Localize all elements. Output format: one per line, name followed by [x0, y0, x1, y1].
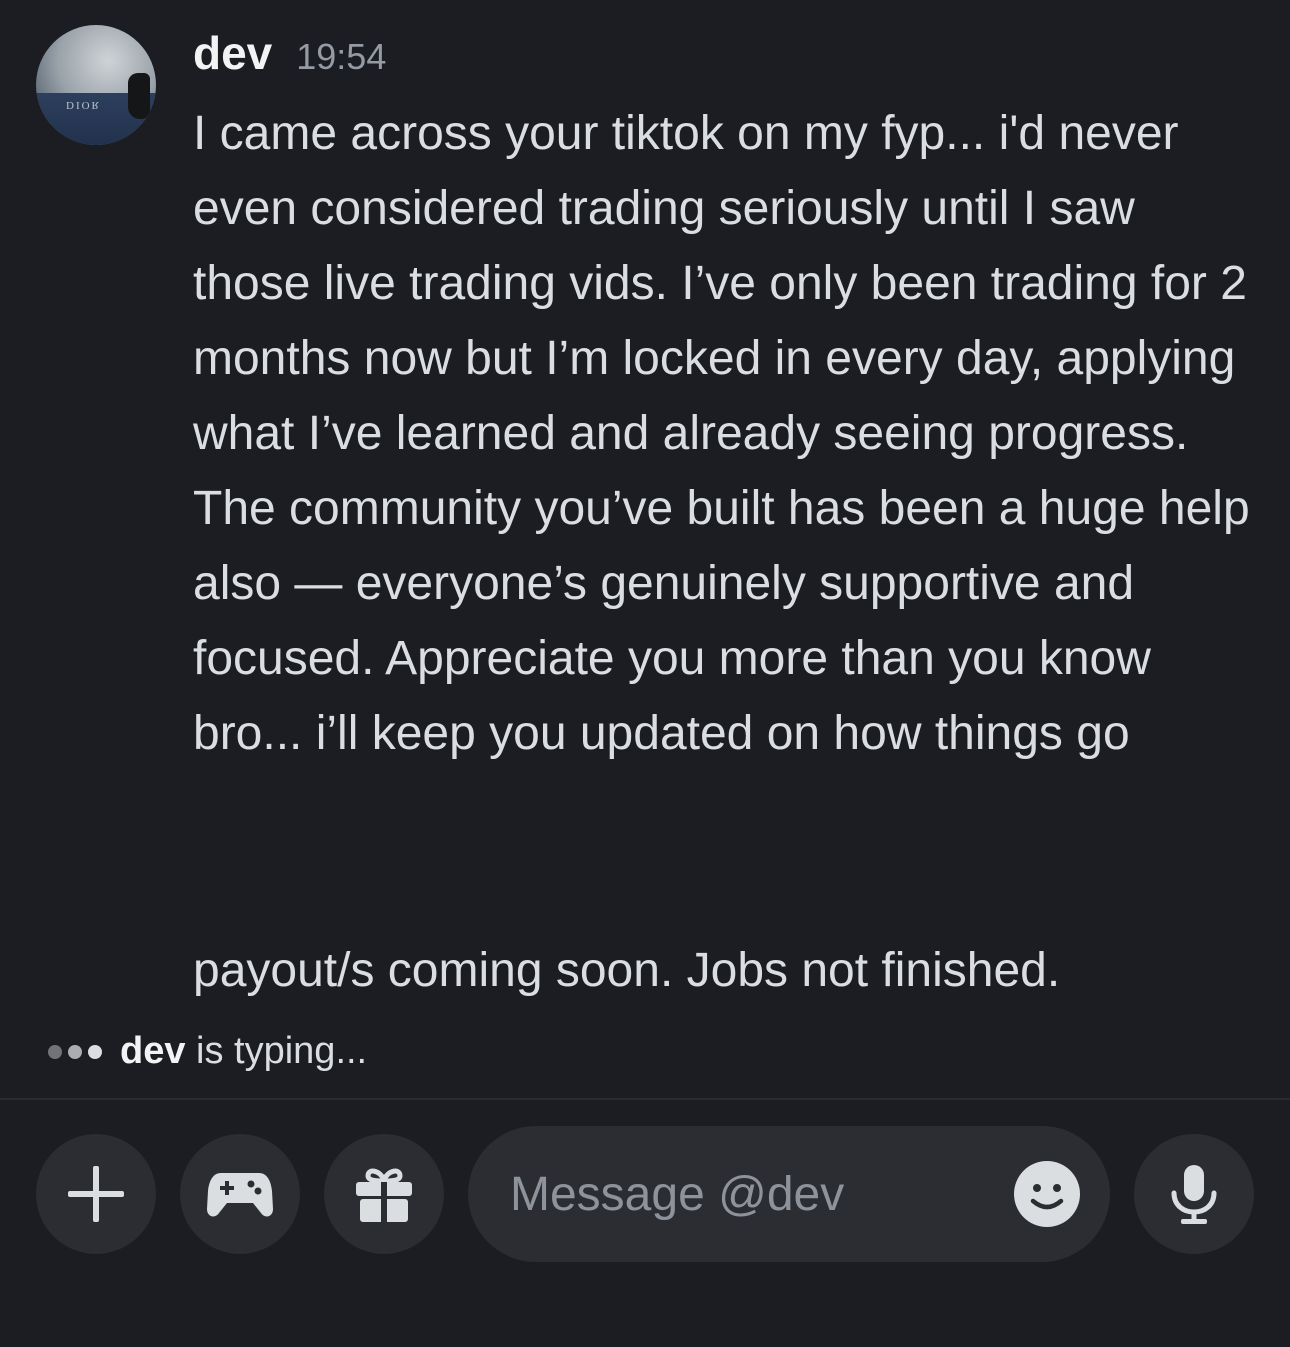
message-composer[interactable]: [468, 1126, 1110, 1262]
typing-dot: [68, 1044, 82, 1059]
gift-button[interactable]: [324, 1134, 444, 1254]
voice-message-button[interactable]: [1134, 1134, 1254, 1254]
typing-dot: [48, 1044, 62, 1059]
typing-indicator: dev is typing...: [48, 1030, 367, 1073]
message-input[interactable]: [510, 1126, 990, 1262]
gift-icon: [356, 1168, 412, 1222]
avatar[interactable]: DIOR: [36, 25, 156, 145]
typing-suffix: is typing...: [185, 1030, 368, 1072]
typing-dot: [88, 1044, 102, 1059]
typing-dots-icon: [48, 1044, 102, 1059]
emoji-button[interactable]: [1014, 1161, 1080, 1227]
message-timestamp: 19:54: [296, 36, 387, 77]
gamepad-icon: [207, 1173, 273, 1217]
dm-chat-view: DIOR dev 19:54 I came across your tiktok…: [0, 0, 1290, 1347]
typing-user: dev: [120, 1030, 186, 1072]
typing-text: dev is typing...: [120, 1030, 367, 1073]
message-text[interactable]: I came across your tiktok on my fyp... i…: [193, 96, 1263, 771]
avatar-box-label: DIOR: [66, 99, 101, 111]
add-attachment-button[interactable]: [36, 1134, 156, 1254]
avatar-shoe-graphic: [128, 73, 150, 119]
microphone-icon: [1171, 1165, 1217, 1224]
plus-icon: [68, 1166, 124, 1222]
author-name[interactable]: dev: [193, 26, 272, 80]
composer-divider: [0, 1098, 1290, 1100]
activities-button[interactable]: [180, 1134, 300, 1254]
emoji-icon: [1030, 1184, 1064, 1210]
message-header: dev 19:54: [193, 26, 386, 80]
message-text-followup[interactable]: payout/s coming soon. Jobs not finished.: [193, 933, 1263, 1008]
